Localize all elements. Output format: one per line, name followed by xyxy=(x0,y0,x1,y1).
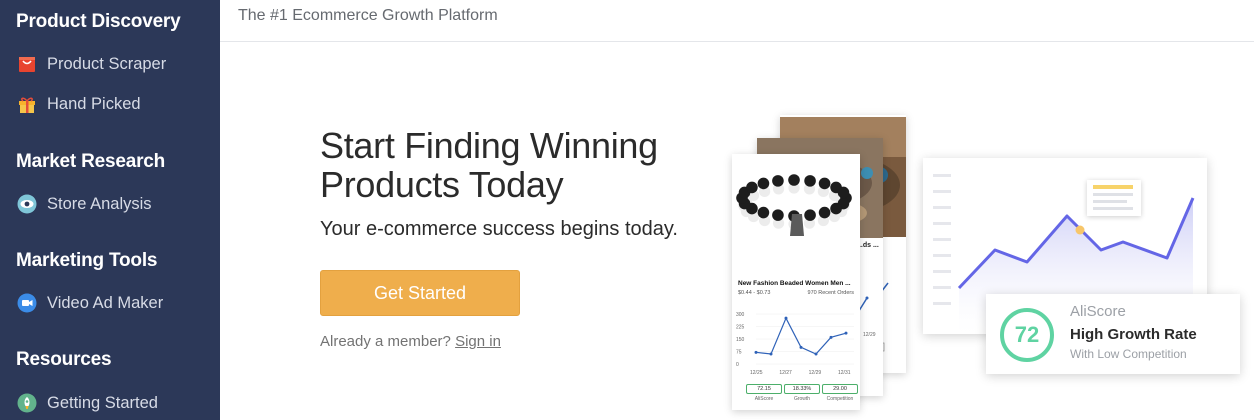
product-orders: 970 Recent Orders xyxy=(807,290,854,296)
sidebar-item-label: Video Ad Maker xyxy=(47,293,164,312)
member-prompt: Already a member? Sign in xyxy=(320,333,501,350)
sidebar-item-hand-picked[interactable]: Hand Picked xyxy=(16,89,211,119)
tooltip-card xyxy=(1087,180,1141,216)
y-tick-label: 0 xyxy=(736,362,739,368)
aliscore-card: 72 AliScore High Growth Rate With Low Co… xyxy=(986,294,1240,374)
bead xyxy=(830,202,842,215)
video-camera-icon xyxy=(16,292,38,314)
sidebar-item-product-scraper[interactable]: Product Scraper xyxy=(16,49,211,79)
sidebar-heading-product-discovery: Product Discovery xyxy=(16,11,181,32)
product-price: $0.44 - $0.73 xyxy=(738,290,771,296)
bead xyxy=(818,206,831,219)
back-card-date: 12/29 xyxy=(863,332,876,338)
bead xyxy=(757,206,770,219)
stat-label: AliScore xyxy=(754,396,774,402)
sidebar-placeholder-lines xyxy=(933,174,951,305)
sidebar-item-label: Hand Picked xyxy=(47,94,141,113)
bead xyxy=(757,177,770,190)
aliscore-title: AliScore xyxy=(1070,303,1126,320)
x-tick-label: 12/31 xyxy=(838,370,851,376)
stat-competition: 29.00 Competition xyxy=(822,384,858,402)
sidebar: Product Discovery Product Scraper Hand P… xyxy=(0,0,220,420)
product-image xyxy=(732,154,860,274)
product-name: New Fashion Beaded Women Men ... xyxy=(738,280,851,287)
stat-value: 72.15 xyxy=(746,384,782,394)
bead xyxy=(818,177,831,190)
sidebar-heading-marketing-tools: Marketing Tools xyxy=(16,250,158,271)
bead xyxy=(746,181,758,194)
trend-point xyxy=(799,345,803,349)
y-tick-label: 150 xyxy=(736,337,745,343)
trend-point xyxy=(784,316,788,320)
member-prompt-text: Already a member? xyxy=(320,333,451,350)
trend-point xyxy=(844,331,848,335)
gift-icon xyxy=(16,93,38,115)
highlight-point xyxy=(1075,225,1085,235)
product-stats: 72.15 AliScore 18.33% Growth 29.00 Competitio… xyxy=(732,384,860,410)
sidebar-item-label: Store Analysis xyxy=(47,194,152,213)
trend-point xyxy=(829,335,833,339)
trend-point xyxy=(814,352,818,356)
aliscore-badge: 72 xyxy=(1000,308,1054,362)
stat-value: 29.00 xyxy=(822,384,858,394)
eye-icon xyxy=(16,193,38,215)
sidebar-item-getting-started[interactable]: Getting Started xyxy=(16,388,211,418)
sidebar-item-store-analysis[interactable]: Store Analysis xyxy=(16,189,211,219)
stat-growth: 18.33% Growth xyxy=(784,384,820,402)
hero-title: Start Finding Winning Products Today xyxy=(320,125,658,205)
hero-subtitle: Your e-commerce success begins today. xyxy=(320,218,678,240)
shopping-bag-icon xyxy=(16,53,38,75)
aliscore-rating: High Growth Rate xyxy=(1070,326,1197,343)
get-started-button[interactable]: Get Started xyxy=(320,270,520,316)
top-bar: The #1 Ecommerce Growth Platform xyxy=(220,0,1254,42)
bead xyxy=(772,209,784,221)
rocket-icon xyxy=(16,392,38,414)
stat-label: Growth xyxy=(793,396,811,402)
sidebar-item-label: Getting Started xyxy=(47,393,158,412)
sidebar-item-video-ad-maker[interactable]: Video Ad Maker xyxy=(16,288,211,318)
product-card: New Fashion Beaded Women Men ... $0.44 -… xyxy=(732,154,860,410)
sidebar-heading-resources: Resources xyxy=(16,349,112,370)
bead xyxy=(772,175,784,187)
sidebar-heading-market-research: Market Research xyxy=(16,151,166,172)
bead xyxy=(788,174,800,186)
bead xyxy=(837,186,850,199)
bead xyxy=(804,175,816,187)
back-card-name: ...ds ... xyxy=(857,242,879,249)
stat-aliscore: 72.15 AliScore xyxy=(746,384,782,402)
x-tick-label: 12/25 xyxy=(750,370,763,376)
x-tick-label: 12/29 xyxy=(809,370,822,376)
sign-in-link[interactable]: Sign in xyxy=(455,333,501,350)
pendant xyxy=(790,214,804,236)
y-tick-label: 225 xyxy=(736,325,745,331)
product-trend-chart: 300 225 150 75 0 12/25 12/27 12/29 12/31 xyxy=(736,312,854,376)
y-tick-label: 75 xyxy=(736,350,742,356)
trend-point xyxy=(754,350,758,354)
bead xyxy=(804,209,816,221)
trend-point xyxy=(769,352,773,356)
tagline: The #1 Ecommerce Growth Platform xyxy=(238,7,498,24)
y-tick-label: 300 xyxy=(736,312,745,318)
stat-label: Competition xyxy=(826,396,854,402)
aliscore-note: With Low Competition xyxy=(1070,347,1187,361)
stat-value: 18.33% xyxy=(784,384,820,394)
sidebar-item-label: Product Scraper xyxy=(47,54,167,73)
x-tick-label: 12/27 xyxy=(779,370,792,376)
